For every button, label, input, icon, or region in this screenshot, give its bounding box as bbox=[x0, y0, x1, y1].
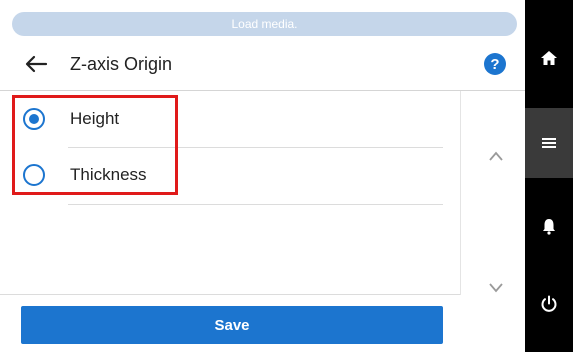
page-title: Z-axis Origin bbox=[70, 54, 173, 74]
footer-divider bbox=[0, 294, 460, 295]
scroll-down-icon[interactable] bbox=[488, 282, 504, 294]
highlight-box bbox=[12, 95, 178, 195]
nav-menu[interactable] bbox=[525, 108, 573, 178]
nav-home[interactable] bbox=[525, 28, 573, 88]
save-button[interactable]: Save bbox=[21, 306, 443, 344]
back-arrow-icon[interactable] bbox=[24, 54, 48, 74]
side-nav bbox=[525, 0, 573, 352]
menu-icon bbox=[542, 138, 556, 148]
header-bar: Z-axis Origin ? bbox=[0, 44, 525, 86]
scroll-up-icon[interactable] bbox=[488, 150, 504, 162]
nav-power[interactable] bbox=[525, 274, 573, 334]
bell-icon bbox=[543, 219, 555, 235]
status-banner: Load media. bbox=[12, 12, 517, 36]
scroll-rail bbox=[460, 91, 526, 295]
status-text: Load media. bbox=[231, 17, 298, 31]
help-icon[interactable]: ? bbox=[484, 53, 506, 75]
power-icon bbox=[541, 295, 557, 312]
home-icon bbox=[541, 51, 557, 65]
item-divider bbox=[68, 204, 443, 205]
nav-notifications[interactable] bbox=[525, 196, 573, 256]
